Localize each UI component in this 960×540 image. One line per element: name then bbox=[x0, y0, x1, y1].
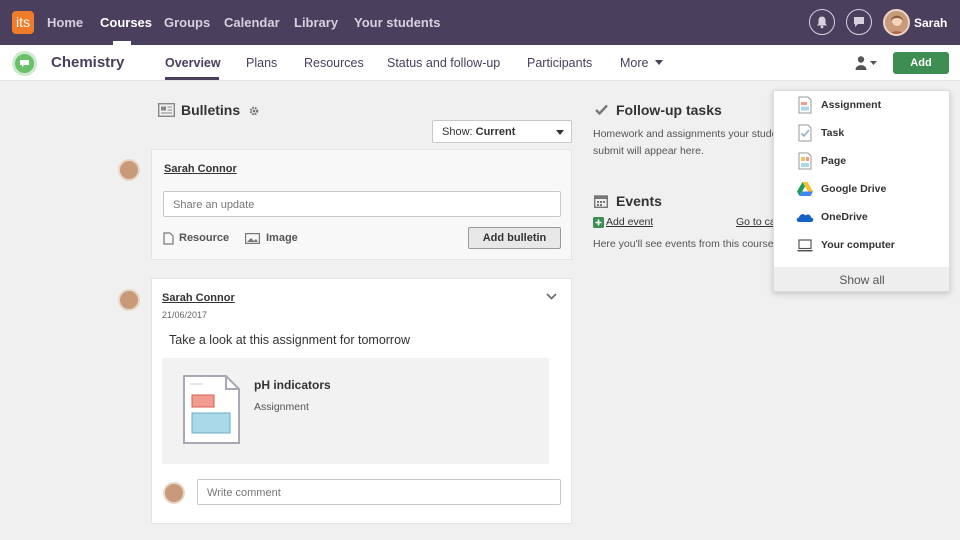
user-name[interactable]: Sarah bbox=[914, 16, 947, 30]
checkmark-icon bbox=[595, 104, 608, 115]
avatar bbox=[118, 289, 140, 311]
nav-groups[interactable]: Groups bbox=[164, 15, 210, 30]
person-icon bbox=[855, 56, 877, 70]
image-icon bbox=[245, 233, 260, 244]
chevron-down-icon bbox=[655, 60, 663, 65]
app-logo[interactable]: its bbox=[12, 11, 34, 34]
follow-up-line-2: submit will appear here. bbox=[593, 145, 704, 157]
menu-item-assignment[interactable]: Assignment bbox=[774, 91, 949, 119]
menu-item-label: Page bbox=[821, 155, 847, 167]
menu-item-onedrive[interactable]: OneDrive bbox=[774, 203, 949, 231]
messages-button[interactable] bbox=[846, 9, 872, 35]
events-title: Events bbox=[616, 193, 662, 209]
nav-your-students[interactable]: Your students bbox=[354, 15, 440, 30]
chevron-down-icon[interactable] bbox=[546, 293, 557, 300]
onedrive-cloud-icon bbox=[796, 214, 814, 222]
nav-calendar[interactable]: Calendar bbox=[224, 15, 280, 30]
bell-icon bbox=[817, 16, 827, 29]
document-icon bbox=[163, 232, 174, 245]
follow-up-line-1: Homework and assignments your stude bbox=[593, 128, 778, 140]
attachment-type: Assignment bbox=[254, 401, 309, 413]
add-button[interactable]: Add bbox=[893, 52, 949, 74]
calendar-icon bbox=[594, 195, 608, 208]
plus-icon[interactable] bbox=[593, 217, 604, 228]
add-resource-button[interactable]: Resource bbox=[179, 232, 229, 244]
add-bulletin-button[interactable]: Add bulletin bbox=[468, 227, 561, 249]
nav-library[interactable]: Library bbox=[294, 15, 338, 30]
nav-courses[interactable]: Courses bbox=[100, 15, 152, 30]
menu-item-label: Google Drive bbox=[821, 183, 887, 195]
attachment-title[interactable]: pH indicators bbox=[254, 378, 331, 392]
tab-more[interactable]: More bbox=[620, 56, 648, 70]
add-image-button[interactable]: Image bbox=[266, 232, 298, 244]
menu-item-label: OneDrive bbox=[821, 211, 868, 223]
laptop-icon bbox=[797, 239, 813, 252]
avatar bbox=[118, 159, 140, 181]
notifications-button[interactable] bbox=[809, 9, 835, 35]
tab-active-indicator bbox=[165, 77, 219, 80]
tab-participants[interactable]: Participants bbox=[527, 56, 592, 70]
tab-plans[interactable]: Plans bbox=[246, 56, 277, 70]
menu-item-label: Your computer bbox=[821, 239, 895, 251]
menu-item-your-computer[interactable]: Your computer bbox=[774, 231, 949, 259]
post-author[interactable]: Sarah Connor bbox=[162, 292, 235, 304]
menu-item-label: Task bbox=[821, 127, 845, 139]
add-event-link[interactable]: Add event bbox=[606, 216, 653, 228]
follow-up-title: Follow-up tasks bbox=[616, 102, 722, 118]
go-to-calendar-link[interactable]: Go to ca bbox=[736, 216, 773, 228]
show-all-button[interactable]: Show all bbox=[774, 267, 949, 291]
events-empty-text: Here you'll see events from this course. bbox=[593, 238, 777, 250]
avatar-face-icon bbox=[889, 15, 905, 34]
assignment-icon bbox=[798, 96, 812, 114]
avatar bbox=[163, 482, 185, 504]
top-navigation: its Home Courses Groups Calendar Library… bbox=[0, 0, 960, 45]
menu-item-google-drive[interactable]: Google Drive bbox=[774, 175, 949, 203]
nav-home[interactable]: Home bbox=[47, 15, 83, 30]
newspaper-icon bbox=[158, 103, 175, 117]
show-all-label: Show all bbox=[839, 273, 885, 287]
menu-item-label: Assignment bbox=[821, 99, 882, 111]
google-drive-icon bbox=[797, 182, 813, 196]
user-avatar[interactable] bbox=[883, 9, 910, 36]
comment-input[interactable]: Write comment bbox=[197, 479, 561, 505]
course-title: Chemistry bbox=[51, 54, 125, 71]
menu-item-page[interactable]: Page bbox=[774, 147, 949, 175]
page-icon bbox=[798, 152, 812, 170]
add-menu-dropdown: Assignment Task Page Google Drive OneDri… bbox=[773, 90, 950, 292]
menu-item-task[interactable]: Task bbox=[774, 119, 949, 147]
chevron-down-icon bbox=[556, 130, 564, 135]
chat-bubble-icon bbox=[854, 17, 864, 27]
share-update-input[interactable]: Share an update bbox=[163, 191, 561, 217]
post-text: Take a look at this assignment for tomor… bbox=[169, 333, 411, 347]
assignment-document-icon bbox=[183, 375, 240, 444]
filter-label: Show: bbox=[442, 126, 473, 138]
bulletin-filter-select[interactable]: Show: Current bbox=[432, 120, 572, 143]
task-icon bbox=[798, 124, 812, 142]
tab-status-follow-up[interactable]: Status and follow-up bbox=[387, 56, 500, 70]
course-header: Chemistry Overview Plans Resources Statu… bbox=[0, 45, 960, 81]
bulletins-title: Bulletins bbox=[181, 102, 241, 118]
filter-value: Current bbox=[475, 126, 516, 138]
tab-resources[interactable]: Resources bbox=[304, 56, 364, 70]
composer-author[interactable]: Sarah Connor bbox=[164, 163, 237, 175]
course-chat-icon bbox=[12, 51, 37, 76]
participant-menu-button[interactable] bbox=[855, 55, 881, 71]
post-date: 21/06/2017 bbox=[162, 310, 208, 320]
gear-icon[interactable] bbox=[249, 106, 259, 116]
tab-overview[interactable]: Overview bbox=[165, 56, 221, 70]
